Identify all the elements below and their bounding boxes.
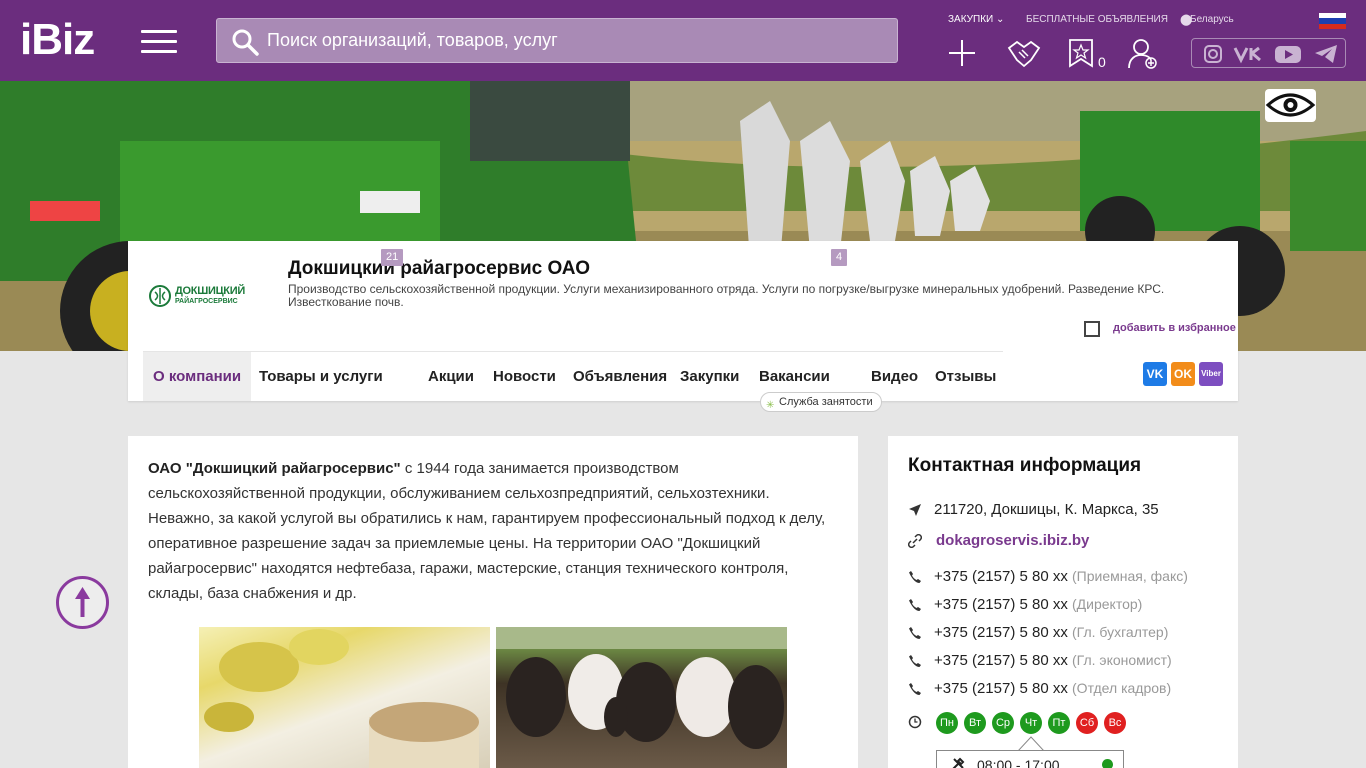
phone-icon: [909, 627, 921, 639]
tab-reviews[interactable]: Отзывы: [925, 352, 1006, 401]
add-favorite-link[interactable]: добавить в избранное: [1113, 322, 1236, 334]
search-box[interactable]: [216, 18, 898, 63]
telegram-icon[interactable]: [1314, 44, 1338, 64]
company-card: ДОКШИЦКИЙ РАЙАГРОСЕРВИС Докшицкий райагр…: [128, 241, 1238, 412]
handshake-icon[interactable]: [1007, 38, 1041, 68]
tab-products[interactable]: Товары и услуги: [249, 352, 393, 401]
phone-icon: [909, 599, 921, 611]
about-text: ОАО "Докшицкий райагросервис" с 1944 год…: [148, 460, 826, 602]
about-company-name: ОАО "Докшицкий райагросервис": [148, 460, 401, 477]
location-arrow-icon: [909, 504, 921, 516]
products-count-badge: 21: [381, 249, 404, 266]
sun-icon: ✳: [766, 400, 775, 411]
company-description: Производство сельскохозяйственной продук…: [288, 282, 1165, 309]
company-logo-subtext: РАЙАГРОСЕРВИС: [175, 298, 238, 305]
social-links: [1191, 38, 1346, 68]
day-sat[interactable]: Сб: [1076, 712, 1098, 734]
phone-number[interactable]: +375 (2157) 5 80 xx: [934, 568, 1068, 585]
instagram-icon[interactable]: [1203, 44, 1223, 64]
site-logo[interactable]: iBiz: [20, 16, 95, 64]
day-thu[interactable]: Чт: [1020, 712, 1042, 734]
eye-icon: [1265, 93, 1316, 117]
contact-info-panel: Контактная информация 211720, Докшицы, К…: [888, 436, 1238, 768]
open-status-indicator: [1102, 759, 1113, 768]
company-logo: ДОКШИЦКИЙ РАЙАГРОСЕРВИС: [148, 283, 248, 313]
location-pin-icon: ⬤: [1180, 14, 1193, 26]
youtube-icon[interactable]: [1274, 44, 1302, 64]
tab-purchases[interactable]: Закупки: [670, 352, 749, 401]
company-logo-icon: [149, 285, 171, 307]
scroll-up-button[interactable]: [56, 576, 109, 629]
website-link[interactable]: dokagroservis.ibiz.by: [936, 532, 1089, 549]
tab-about[interactable]: О компании: [143, 352, 252, 401]
company-logo-text: ДОКШИЦКИЙ: [175, 285, 245, 297]
tab-ads[interactable]: Объявления: [563, 352, 677, 401]
working-hours-box: 08:00 - 17:00: [936, 750, 1124, 768]
menu-icon[interactable]: [141, 30, 177, 54]
vacancies-count-badge: 4: [831, 249, 848, 266]
accessibility-eye-button[interactable]: [1265, 89, 1316, 122]
tooltip-pointer: [1018, 736, 1044, 751]
language-flag-icon[interactable]: [1319, 13, 1346, 29]
plus-icon[interactable]: [947, 38, 977, 68]
share-viber-button[interactable]: Viber: [1199, 362, 1223, 386]
share-ok-button[interactable]: OK: [1171, 362, 1195, 386]
phone-number[interactable]: +375 (2157) 5 80 xx: [934, 652, 1068, 669]
share-vk-button[interactable]: VK: [1143, 362, 1167, 386]
day-wed[interactable]: Ср: [992, 712, 1014, 734]
link-icon: [908, 534, 922, 548]
add-user-icon[interactable]: [1128, 38, 1158, 70]
phone-number[interactable]: +375 (2157) 5 80 xx: [934, 596, 1068, 613]
clock-icon: [908, 715, 922, 729]
region-selector[interactable]: ⬤ Беларусь: [1180, 14, 1234, 26]
phone-icon: [909, 683, 921, 695]
phone-icon: [909, 571, 921, 583]
arrow-up-icon: [75, 587, 90, 617]
tab-news[interactable]: Новости: [483, 352, 566, 401]
phone-number[interactable]: +375 (2157) 5 80 xx: [934, 624, 1068, 641]
working-hours-text: 08:00 - 17:00: [977, 757, 1060, 768]
cows-image: [496, 627, 787, 768]
search-input[interactable]: [267, 19, 887, 62]
day-sun[interactable]: Вс: [1104, 712, 1126, 734]
phone-number[interactable]: +375 (2157) 5 80 xx: [934, 680, 1068, 697]
favorites-icon[interactable]: [1068, 38, 1094, 68]
search-icon: [232, 29, 259, 56]
vk-icon[interactable]: [1233, 44, 1265, 64]
day-mon[interactable]: Пн: [936, 712, 958, 734]
favorites-count: 0: [1098, 54, 1106, 70]
tools-icon: [952, 757, 965, 768]
chevron-down-icon: ⌄: [995, 14, 1005, 25]
phone-icon: [909, 655, 921, 667]
jam-jars-image: [199, 627, 490, 768]
about-panel: ОАО "Докшицкий райагросервис" с 1944 год…: [128, 436, 858, 768]
purchases-link[interactable]: ЗАКУПКИ ⌄: [948, 14, 1004, 25]
day-tue[interactable]: Вт: [964, 712, 986, 734]
company-name: Докшицкий райагросервис ОАО: [288, 258, 591, 279]
free-ads-link[interactable]: БЕСПЛАТНЫЕ ОБЪЯВЛЕНИЯ: [1026, 14, 1168, 25]
contacts-title: Контактная информация: [908, 455, 1142, 476]
tab-promotions[interactable]: Акции: [418, 352, 484, 401]
favorite-checkbox[interactable]: [1084, 321, 1100, 337]
employment-service-chip[interactable]: ✳ Служба занятости: [760, 392, 882, 412]
top-header: iBiz ЗАКУПКИ ⌄ БЕСПЛАТНЫЕ ОБЪЯВЛЕНИЯ ⬤ Б…: [0, 0, 1366, 81]
day-fri[interactable]: Пт: [1048, 712, 1070, 734]
